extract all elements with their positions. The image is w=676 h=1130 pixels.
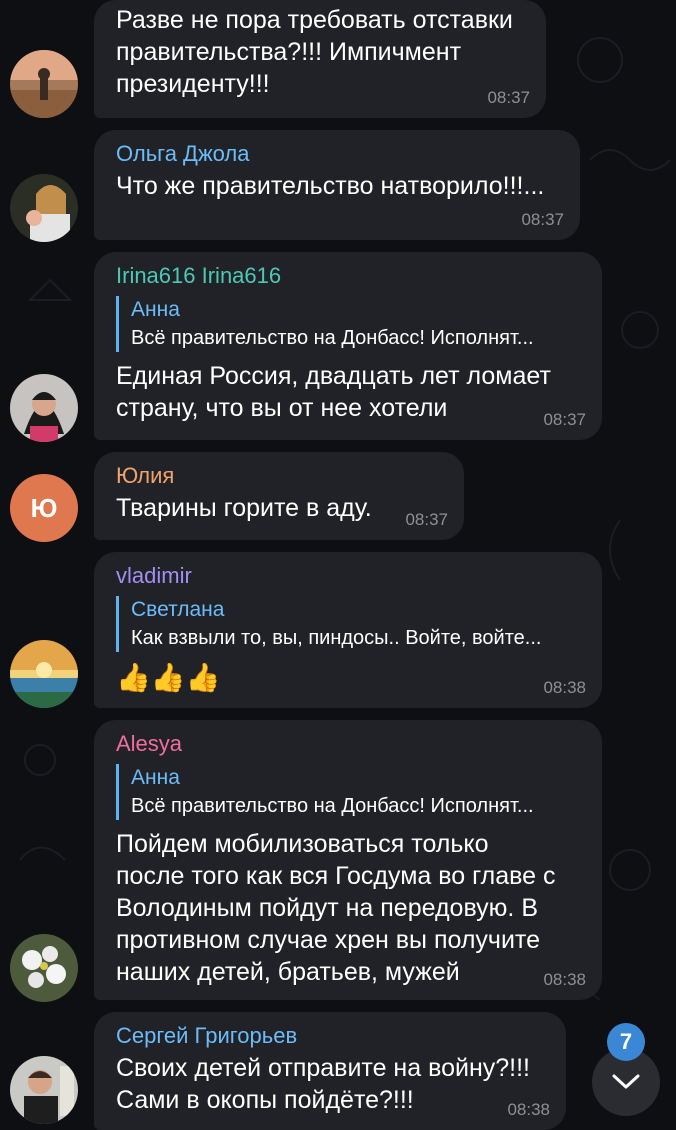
avatar-photo xyxy=(10,640,78,708)
reply-author: Светлана xyxy=(131,598,225,621)
message-bubble[interactable]: Сергей Григорьев Своих детей отправите н… xyxy=(94,1012,566,1130)
avatar[interactable] xyxy=(10,374,78,442)
message-text: Тварины горите в аду. xyxy=(116,494,372,522)
message-bubble[interactable]: Разве не пора требовать отставки правите… xyxy=(94,0,546,118)
sender-name[interactable]: Irina616 Irina616 xyxy=(116,262,580,290)
message-bubble[interactable]: Юлия Тварины горите в аду. 08:37 xyxy=(94,452,464,540)
avatar[interactable]: Ю xyxy=(10,474,78,542)
reply-text: Всё правительство на Донбасс! Исполнят..… xyxy=(131,327,534,349)
reply-quote[interactable]: Светлана Как взвыли то, вы, пиндосы.. Во… xyxy=(116,596,580,652)
reply-quote[interactable]: Анна Всё правительство на Донбасс! Испол… xyxy=(116,296,580,352)
sender-name[interactable]: Юлия xyxy=(116,462,442,490)
avatar-photo xyxy=(10,50,78,118)
message-time: 08:37 xyxy=(543,410,586,429)
message-time: 08:37 xyxy=(521,210,564,229)
message-time: 08:37 xyxy=(487,88,530,107)
reply-author: Анна xyxy=(131,766,180,789)
sender-name[interactable]: vladimir xyxy=(116,562,580,590)
reply-quote[interactable]: Анна Всё правительство на Донбасс! Испол… xyxy=(116,764,580,820)
message-time: 08:38 xyxy=(543,678,586,697)
message-text: Разве не пора требовать отставки правите… xyxy=(116,6,513,98)
message-text: Что же правительство натворило!!!... xyxy=(116,172,545,200)
avatar[interactable] xyxy=(10,50,78,118)
message-bubble[interactable]: vladimir Светлана Как взвыли то, вы, пин… xyxy=(94,552,602,708)
avatar[interactable] xyxy=(10,1056,78,1124)
reply-text: Как взвыли то, вы, пиндосы.. Войте, войт… xyxy=(131,627,542,649)
unread-count-badge[interactable]: 7 xyxy=(607,1023,645,1061)
avatar-letter: Ю xyxy=(30,492,58,523)
message-time: 08:38 xyxy=(543,970,586,989)
message-bubble[interactable]: Alesya Анна Всё правительство на Донбасс… xyxy=(94,720,602,1000)
reply-text: Всё правительство на Донбасс! Исполнят..… xyxy=(131,795,534,817)
reply-author: Анна xyxy=(131,298,180,321)
avatar-photo xyxy=(10,1056,78,1124)
sender-name[interactable]: Alesya xyxy=(116,730,580,758)
message-bubble[interactable]: Irina616 Irina616 Анна Всё правительство… xyxy=(94,252,602,440)
avatar-photo xyxy=(10,174,78,242)
sender-name[interactable]: Сергей Григорьев xyxy=(116,1022,544,1050)
message-time: 08:37 xyxy=(405,510,448,529)
message-time: 08:38 xyxy=(507,1100,550,1119)
message-text: Пойдем мобилизоваться только после того … xyxy=(116,830,556,986)
avatar[interactable] xyxy=(10,934,78,1002)
message-text: Единая Россия, двадцать лет ломает стран… xyxy=(116,362,551,422)
message-text: Своих детей отправите на войну?!!! Сами … xyxy=(116,1054,531,1114)
avatar[interactable] xyxy=(10,640,78,708)
avatar[interactable] xyxy=(10,174,78,242)
avatar-photo xyxy=(10,374,78,442)
thumbs-up-emoji: 👍👍👍 xyxy=(116,662,221,693)
message-bubble[interactable]: Ольга Джола Что же правительство натвори… xyxy=(94,130,580,240)
sender-name[interactable]: Ольга Джола xyxy=(116,140,558,168)
chevron-down-icon xyxy=(612,1074,640,1089)
avatar-photo xyxy=(10,934,78,1002)
